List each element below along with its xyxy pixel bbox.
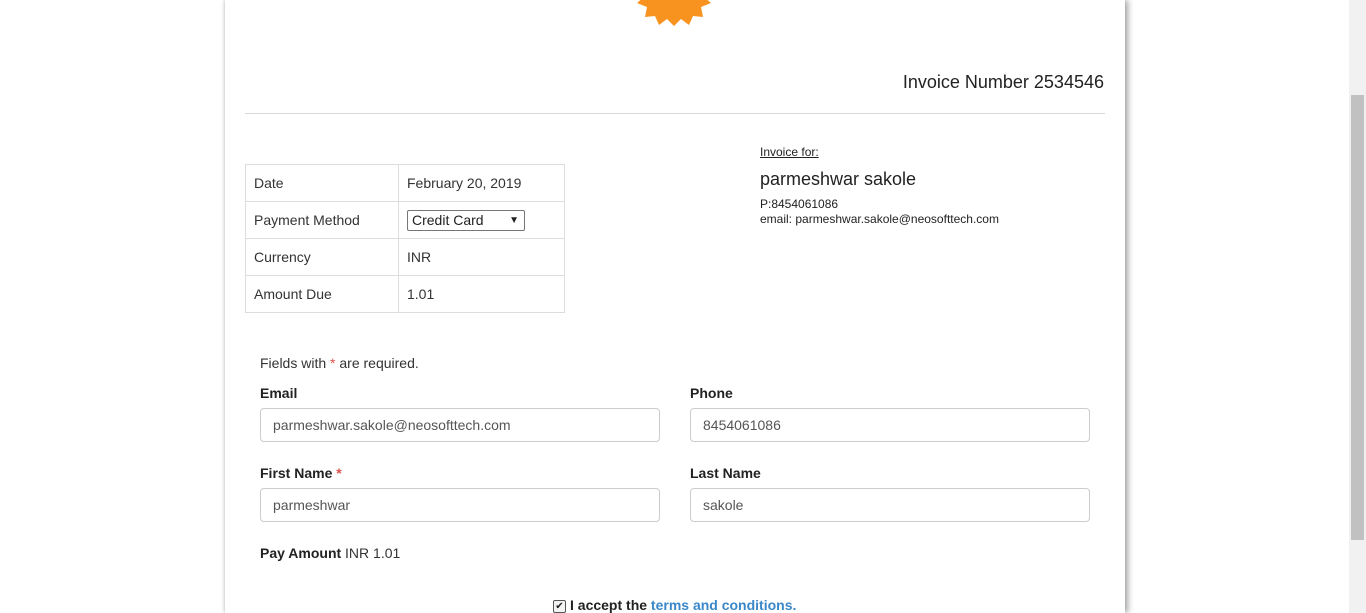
amount-due-value: 1.01 [398, 275, 565, 313]
invoice-number: Invoice Number 2534546 [902, 72, 1104, 92]
required-note-prefix: Fields with [260, 355, 331, 371]
email-label: Email [260, 385, 298, 401]
scrollbar-thumb[interactable] [1351, 95, 1364, 540]
required-note: Fields with * are required. [260, 355, 419, 371]
last-name-label: Last Name [690, 465, 761, 481]
pay-amount-value: INR 1.01 [345, 545, 401, 561]
amount-due-label: Amount Due [245, 275, 399, 313]
phone-field-group: Phone [690, 385, 1090, 442]
first-name-label-wrap: First Name * [260, 465, 660, 481]
check-icon: ✔ [555, 601, 564, 612]
payment-method-select[interactable]: Credit Card ▼ [407, 209, 525, 231]
first-name-label: First Name [260, 465, 333, 481]
table-row: Date February 20, 2019 [245, 164, 565, 202]
terms-row: ✔ I accept the terms and conditions. [553, 597, 796, 613]
terms-checkbox[interactable]: ✔ [553, 600, 566, 613]
phone-label: Phone [690, 385, 733, 401]
customer-name: parmeshwar sakole [760, 169, 917, 189]
currency-label: Currency [245, 238, 399, 276]
table-row: Currency INR [245, 238, 565, 276]
customer-phone: P:8454061086 [760, 197, 839, 211]
pay-amount-label: Pay Amount [260, 545, 342, 561]
invoice-details-table: Date February 20, 2019 Payment Method Cr… [245, 164, 565, 313]
pay-amount: Pay Amount INR 1.01 [260, 545, 400, 561]
phone-field[interactable] [690, 408, 1090, 442]
table-row: Payment Method Credit Card ▼ [245, 201, 565, 239]
email-field-group: Email [260, 385, 660, 442]
invoice-for-block: Invoice for: parmeshwar sakole P:8454061… [760, 145, 999, 226]
first-name-field[interactable] [260, 488, 660, 522]
last-name-field-group: Last Name [690, 465, 1090, 522]
payment-method-cell: Credit Card ▼ [398, 201, 565, 239]
invoice-for-label: Invoice for: [760, 145, 819, 159]
last-name-field[interactable] [690, 488, 1090, 522]
date-value: February 20, 2019 [398, 164, 565, 202]
table-row: Amount Due 1.01 [245, 275, 565, 313]
payment-method-label: Payment Method [245, 201, 399, 239]
invoice-page: Invoice Number 2534546 Date February 20,… [225, 0, 1125, 613]
vertical-scrollbar[interactable] [1349, 0, 1366, 613]
date-label: Date [245, 164, 399, 202]
customer-email: email: parmeshwar.sakole@neosofttech.com [760, 212, 999, 226]
required-star: * [336, 465, 342, 481]
terms-link[interactable]: terms and conditions. [651, 597, 796, 613]
email-field[interactable] [260, 408, 660, 442]
logo-icon [637, 0, 711, 26]
required-note-suffix: are required. [335, 355, 419, 371]
chevron-down-icon: ▼ [509, 214, 519, 226]
terms-prefix: I accept the [570, 597, 651, 613]
currency-value: INR [398, 238, 565, 276]
payment-method-selected: Credit Card [412, 211, 484, 228]
first-name-field-group: First Name * [260, 465, 660, 522]
divider [245, 113, 1105, 114]
